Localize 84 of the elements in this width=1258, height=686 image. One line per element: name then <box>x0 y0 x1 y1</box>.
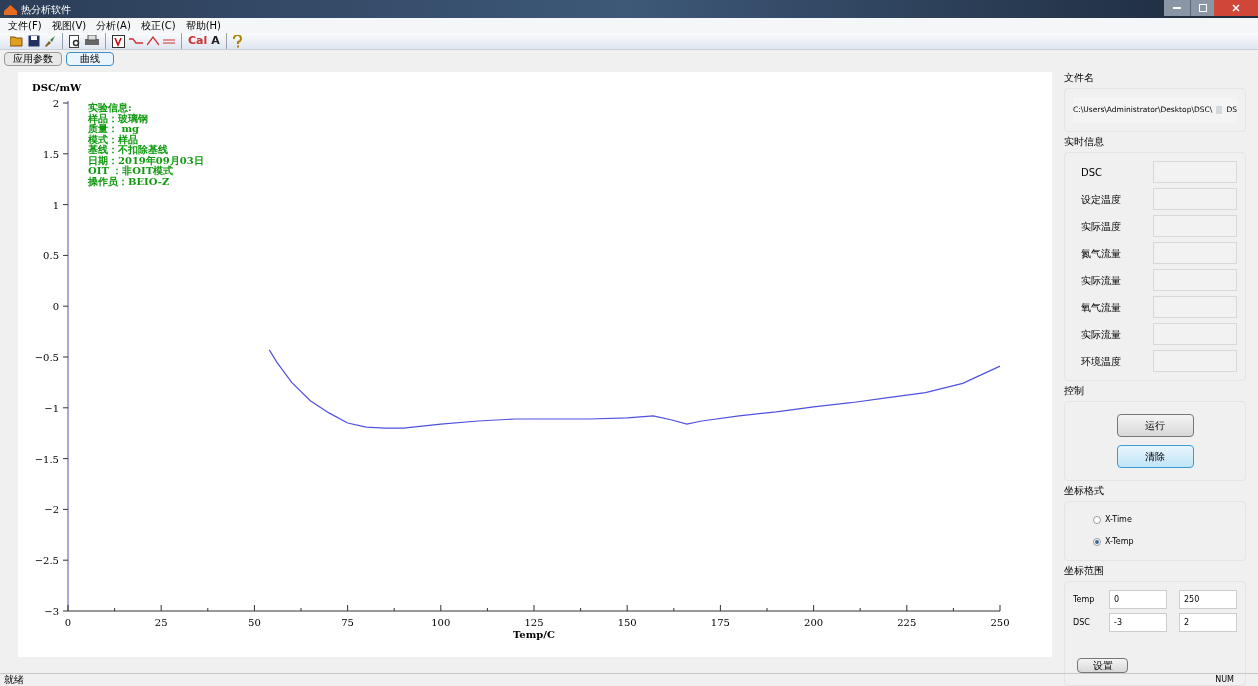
menu-item[interactable]: 视图(V) <box>51 19 87 32</box>
x-tick-label: 75 <box>341 617 354 628</box>
field-label: 氮气流量 <box>1080 246 1121 261</box>
x-tick-label: 250 <box>990 617 1010 628</box>
x-tick-label: 175 <box>710 617 730 628</box>
y-tick-label: −1 <box>44 402 59 414</box>
tab[interactable]: 曲线 <box>66 52 114 66</box>
y-tick-label: 0.5 <box>43 250 59 262</box>
x-tick-label: 50 <box>248 617 261 628</box>
info-line: OIT ：非OIT模式 <box>88 166 174 176</box>
x-tick-label: 25 <box>154 617 168 628</box>
radio-button[interactable] <box>1093 538 1101 546</box>
field-label: 实际流量 <box>1080 327 1121 342</box>
x-tick-label: 125 <box>524 617 544 628</box>
y-tick-label: −3 <box>44 606 59 617</box>
info-line: 日期：2019年09月03日 <box>88 155 204 166</box>
toolbar-text-button[interactable]: Cal <box>186 32 210 50</box>
field-label: Temp <box>1073 593 1096 606</box>
field-label: 氧气流量 <box>1080 300 1121 315</box>
toolbar-text-button[interactable]: A <box>209 32 222 50</box>
close-icon <box>1232 4 1240 12</box>
y-tick-label: 1 <box>52 199 59 211</box>
y-tick-label: −1.5 <box>34 453 59 465</box>
info-line: 样品：玻璃钢 <box>88 113 149 124</box>
y-tick-label: −0.5 <box>34 352 59 363</box>
y-tick-label: 0 <box>52 301 59 313</box>
tab[interactable]: 应用参数 <box>4 52 62 66</box>
help-icon[interactable] <box>232 34 242 48</box>
menu-item[interactable]: 分析(A) <box>96 19 131 32</box>
radio-button[interactable] <box>1093 516 1101 524</box>
info-line: 基线：不扣除基线 <box>88 145 169 156</box>
menu-item[interactable]: 校正(C) <box>140 19 176 32</box>
info-line: 质量： mg <box>88 124 140 134</box>
field-label: 实际温度 <box>1080 219 1121 234</box>
printer-icon[interactable] <box>85 35 99 47</box>
folder-icon[interactable] <box>10 35 24 47</box>
x-tick-label: 200 <box>804 617 824 628</box>
x-tick-label: 100 <box>431 617 451 628</box>
group-heading: 坐标范围 <box>1064 565 1104 577</box>
radio-option[interactable]: X-Temp <box>1093 536 1237 548</box>
x-tick-label: 150 <box>617 617 637 628</box>
chart-icon[interactable] <box>112 34 125 48</box>
num-lock-indicator: NUM <box>1215 675 1234 685</box>
radio-option[interactable]: X-Time <box>1093 514 1237 526</box>
range-field[interactable]: 2 <box>1179 613 1237 632</box>
y-tick-label: 1.5 <box>43 148 59 160</box>
y-tick-label: 2 <box>52 98 59 109</box>
y-axis-title: DSC/mW <box>32 82 82 93</box>
app-icon <box>4 3 17 15</box>
blurred-patch <box>1216 106 1223 114</box>
set-button[interactable]: 设置 <box>1077 658 1128 673</box>
group-heading: 实时信息 <box>1064 136 1104 148</box>
x-tick-label: 225 <box>897 617 917 628</box>
field-label: DSC <box>1080 165 1103 180</box>
maximize-button[interactable] <box>1190 0 1214 16</box>
range-field[interactable]: 250 <box>1179 590 1237 609</box>
minimize-button[interactable] <box>1164 0 1190 16</box>
info-line: 实验信息: <box>88 103 132 114</box>
close-button[interactable] <box>1214 0 1258 16</box>
control-button[interactable]: 运行 <box>1116 414 1194 437</box>
field-label: 环境温度 <box>1080 354 1121 369</box>
step-curve-icon[interactable] <box>129 36 143 46</box>
x-tick-label: 0 <box>64 617 72 628</box>
peak-curve-icon[interactable] <box>147 36 159 46</box>
field-label: DSC <box>1073 616 1091 629</box>
menu-item[interactable]: 文件(F) <box>8 19 42 32</box>
field-label: 设定温度 <box>1080 192 1121 207</box>
info-line: 模式：样品 <box>88 134 138 145</box>
status-text: 就绪 <box>4 674 24 686</box>
brush-icon[interactable] <box>44 35 56 47</box>
group-heading: 文件名 <box>1064 72 1094 84</box>
group-heading: 控制 <box>1064 385 1084 397</box>
range-field[interactable]: -3 <box>1109 613 1167 632</box>
group-heading: 坐标格式 <box>1064 485 1104 497</box>
y-tick-label: −2 <box>44 504 59 516</box>
control-button[interactable]: 清除 <box>1116 445 1194 468</box>
window-title: 热分析软件 <box>21 2 71 17</box>
print-preview-icon[interactable] <box>69 34 81 48</box>
x-axis-title: Temp/C <box>513 629 555 640</box>
info-line: 操作员：BEIO-Z <box>88 176 170 187</box>
menu-item[interactable]: 帮助(H) <box>185 19 221 32</box>
range-field[interactable]: 0 <box>1109 590 1167 609</box>
field-label: 实际流量 <box>1080 273 1121 288</box>
y-tick-label: −2.5 <box>34 555 59 567</box>
